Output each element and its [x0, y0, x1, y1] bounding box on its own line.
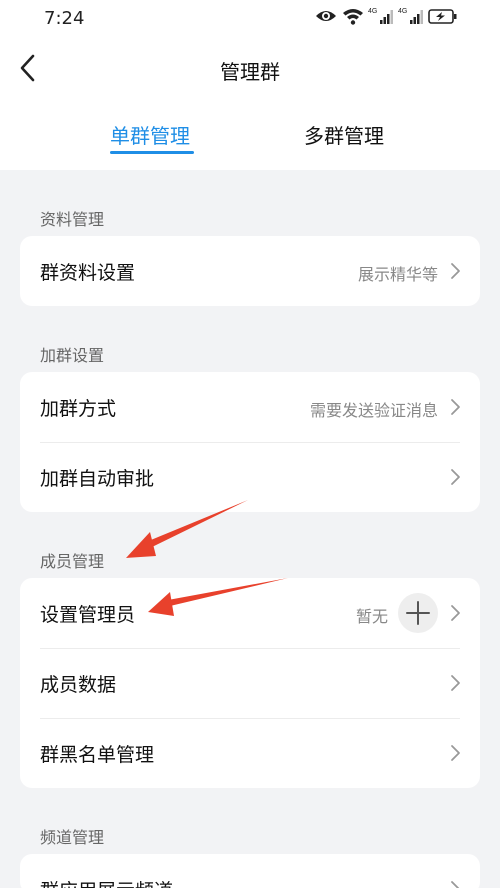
- row-label: 成员数据: [40, 674, 117, 696]
- plus-icon: [406, 601, 430, 625]
- row-set-admin[interactable]: 设置管理员 暂无: [20, 578, 480, 648]
- chevron-right-icon: [451, 675, 460, 691]
- card-join: 加群方式 需要发送验证消息 加群自动审批: [20, 372, 480, 512]
- section-title-channel: 频道管理: [40, 828, 105, 847]
- active-tab-indicator: [110, 151, 194, 154]
- page-title: 管理群: [220, 60, 280, 84]
- row-value: 需要发送验证消息: [309, 401, 438, 420]
- row-label: 群黑名单管理: [40, 744, 155, 766]
- row-join-auto-approve[interactable]: 加群自动审批: [20, 442, 480, 512]
- row-label: 加群自动审批: [40, 468, 155, 490]
- row-value: 暂无: [355, 607, 388, 626]
- card-channel: 群应用展示频道: [20, 854, 480, 888]
- chevron-right-icon: [451, 605, 460, 621]
- row-blacklist[interactable]: 群黑名单管理: [20, 718, 480, 788]
- card-profile: 群资料设置 展示精华等: [20, 236, 480, 306]
- row-label: 群资料设置: [40, 262, 136, 284]
- signal-4g-icon: 4G: [398, 6, 424, 26]
- section-title-profile: 资料管理: [40, 210, 105, 229]
- eye-icon: [314, 6, 338, 26]
- row-member-data[interactable]: 成员数据: [20, 648, 480, 718]
- chevron-right-icon: [451, 881, 460, 888]
- status-icons: 4G 4G: [314, 6, 458, 26]
- network-label-2: 4G: [398, 8, 407, 15]
- tab-single-group[interactable]: 单群管理: [110, 120, 190, 149]
- row-value: 展示精华等: [357, 265, 438, 284]
- chevron-right-icon: [451, 263, 460, 279]
- tab-bar: 单群管理 多群管理: [0, 110, 500, 160]
- row-channel-display[interactable]: 群应用展示频道: [20, 854, 480, 888]
- row-label: 加群方式: [40, 398, 117, 420]
- section-title-join: 加群设置: [40, 346, 105, 365]
- row-group-profile-settings[interactable]: 群资料设置 展示精华等: [20, 236, 480, 306]
- wifi-icon: [342, 6, 364, 26]
- status-time: 7:24: [44, 8, 85, 29]
- chevron-right-icon: [451, 399, 460, 415]
- row-label: 设置管理员: [40, 604, 136, 626]
- signal-4g-icon: 4G: [368, 6, 394, 26]
- section-title-members: 成员管理: [40, 552, 105, 571]
- chevron-right-icon: [451, 469, 460, 485]
- card-members: 设置管理员 暂无 成员数据 群黑名单管理: [20, 578, 480, 788]
- network-label-1: 4G: [368, 8, 377, 15]
- tab-multi-group[interactable]: 多群管理: [304, 120, 384, 149]
- add-admin-button[interactable]: [398, 593, 438, 633]
- status-bar: 7:24 4G 4G: [0, 0, 500, 38]
- nav-bar: 管理群: [0, 40, 500, 98]
- battery-charging-icon: [428, 6, 458, 26]
- row-label: 群应用展示频道: [40, 876, 173, 888]
- row-join-method[interactable]: 加群方式 需要发送验证消息: [20, 372, 480, 442]
- chevron-right-icon: [451, 745, 460, 761]
